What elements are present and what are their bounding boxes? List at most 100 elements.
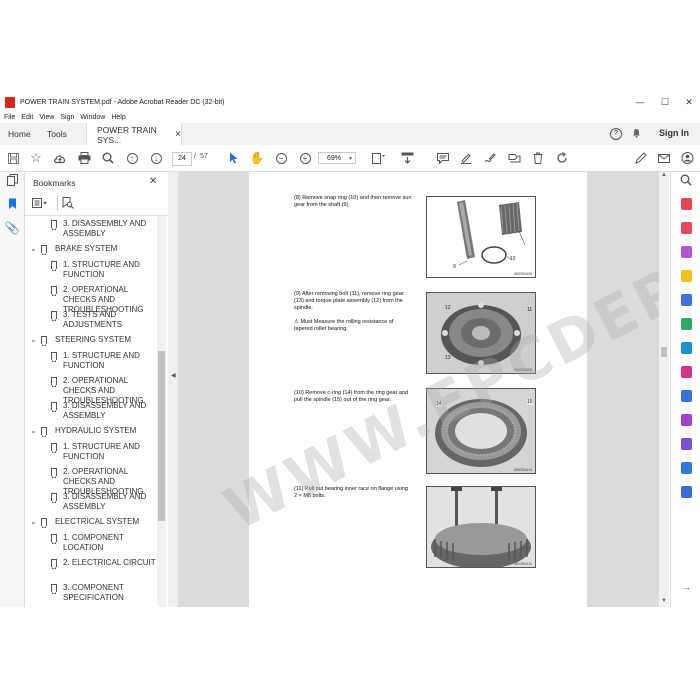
bookmarks-scroll-thumb[interactable] [158,351,165,521]
rotate-icon[interactable] [553,149,571,167]
bookmark-icon [51,220,57,230]
tab-home[interactable]: Home [8,123,31,145]
search-icon[interactable] [99,149,117,167]
scroll-up-icon[interactable]: ▲ [661,172,667,178]
bookmarks-scrollbar[interactable] [157,216,166,607]
prepare-form-icon[interactable] [681,462,692,474]
bookmark-star-icon[interactable]: ☆ [27,149,45,167]
scroll-down-icon[interactable]: ▼ [661,598,667,604]
bookmark-icon [51,493,57,503]
more-tools-icon[interactable] [681,486,692,498]
comment-tool-icon[interactable] [681,270,692,282]
photo-code: 3820B0A10 [513,468,532,472]
bookmarks-toolbar [25,193,168,216]
tab-close-icon[interactable]: × [175,129,181,140]
bookmarks-title: Bookmarks [33,178,76,188]
tab-tools[interactable]: Tools [47,123,67,145]
chevron-down-icon[interactable]: ⌄ [30,335,37,345]
menu-file[interactable]: File [4,114,15,121]
select-cursor-icon[interactable] [224,149,242,167]
bookmark-label: 1. COMPONENT LOCATION [63,533,124,552]
document-scroll-thumb[interactable] [661,347,667,357]
expand-rail-icon[interactable]: → [682,582,691,592]
bookmark-icon [51,559,57,569]
callout-12: 12 [445,305,451,311]
collapse-panel-icon[interactable]: ◀ [171,372,176,379]
zoom-out-icon[interactable]: − [272,149,290,167]
organize-pages-icon[interactable] [681,318,692,330]
chevron-down-icon[interactable]: ⌄ [30,244,37,254]
close-window-button[interactable]: ✕ [674,92,700,112]
bookmark-icon [51,443,57,453]
combine-files-icon[interactable] [681,294,692,306]
right-tools-rail: → [670,172,700,607]
send-for-signature-icon[interactable] [681,414,692,426]
protect-shield-icon[interactable] [681,390,692,402]
bookmarks-list: 3. DISASSEMBLY AND ASSEMBLY ⌄ BRAKE SYSTEM… [25,216,157,607]
menu-help[interactable]: Help [111,114,125,121]
title-bar: POWER TRAIN SYSTEM.pdf - Adobe Acrobat R… [0,92,700,112]
bookmark-label: 3. COMPONENT SPECIFICATION [63,583,124,602]
edit-pdf-icon[interactable] [681,246,692,258]
attachments-paperclip-icon[interactable]: 📎 [4,220,20,236]
comment-icon[interactable] [434,149,452,167]
page-fit-icon[interactable] [370,149,388,167]
export-pdf-icon[interactable] [681,198,692,210]
stamp-icon[interactable] [505,149,523,167]
menu-view[interactable]: View [39,114,54,121]
page-total: 57 [200,153,208,160]
tab-document[interactable]: POWER TRAIN SYS... × [86,123,182,146]
page-thumbnails-icon[interactable] [4,172,20,188]
window-title: POWER TRAIN SYSTEM.pdf - Adobe Acrobat R… [20,98,225,106]
next-page-icon[interactable]: ↓ [147,149,165,167]
menu-edit[interactable]: Edit [21,114,33,121]
zoom-in-icon[interactable]: + [296,149,314,167]
upload-cloud-icon[interactable] [51,149,69,167]
highlight-pen-icon[interactable] [457,149,475,167]
fill-sign-icon[interactable] [632,149,650,167]
toolbar: ☆ ↑ ↓ 24 / 57 ✋ − + 69% ▾ [0,145,700,172]
menu-window[interactable]: Window [80,114,105,121]
sign-in-button[interactable]: Sign In [659,128,689,138]
callout-13: 13 [445,355,451,361]
bell-icon[interactable] [632,128,641,138]
callout-15: 15 [527,399,533,405]
photo-code: 3820B0A08 [513,272,532,276]
fill-and-sign-icon[interactable] [681,366,692,378]
email-icon[interactable] [655,149,673,167]
close-panel-icon[interactable]: ✕ [149,176,157,187]
chevron-down-icon[interactable]: ⌄ [30,517,37,527]
document-scrollbar[interactable]: ▲ ▼ [659,172,669,607]
bookmark-icon [51,286,57,296]
bookmark-label: HYDRAULIC SYSTEM [55,426,137,435]
bookmarks-panel-icon[interactable] [4,196,20,212]
scroll-mode-icon[interactable] [398,149,416,167]
scan-ocr-icon[interactable] [681,342,692,354]
menu-sign[interactable]: Sign [60,114,74,121]
bookmark-icon [51,352,57,362]
print-icon[interactable] [75,149,93,167]
draw-pen-icon[interactable] [481,149,499,167]
panel-splitter[interactable]: ◀ [168,172,179,607]
document-view[interactable]: (8) Remove snap ring (10) and then remov… [179,172,659,607]
find-bookmark-icon[interactable] [62,197,74,210]
hand-tool-icon[interactable]: ✋ [248,149,266,167]
options-menu-icon[interactable] [32,198,48,209]
share-user-icon[interactable] [678,149,696,167]
create-pdf-icon[interactable] [681,222,692,234]
previous-page-icon[interactable]: ↑ [123,149,141,167]
callout-9: 9 [453,264,456,270]
bookmark-label: 3. DISASSEMBLY AND ASSEMBLY [63,401,147,420]
bookmark-icon [41,518,47,528]
help-icon[interactable]: ? [610,128,622,140]
bookmark-icon [51,311,57,321]
bookmark-label: STEERING SYSTEM [55,335,132,344]
bookmark-label: 3. DISASSEMBLY AND ASSEMBLY [63,219,147,238]
delete-trash-icon[interactable] [529,149,547,167]
save-icon[interactable] [4,149,22,167]
request-esign-icon[interactable] [681,438,692,450]
chevron-down-icon[interactable]: ⌄ [30,426,37,436]
page-number-input[interactable]: 24 [172,152,192,166]
zoom-search-tool-icon[interactable] [680,174,692,186]
zoom-level-select[interactable]: 69% ▾ [318,152,356,164]
